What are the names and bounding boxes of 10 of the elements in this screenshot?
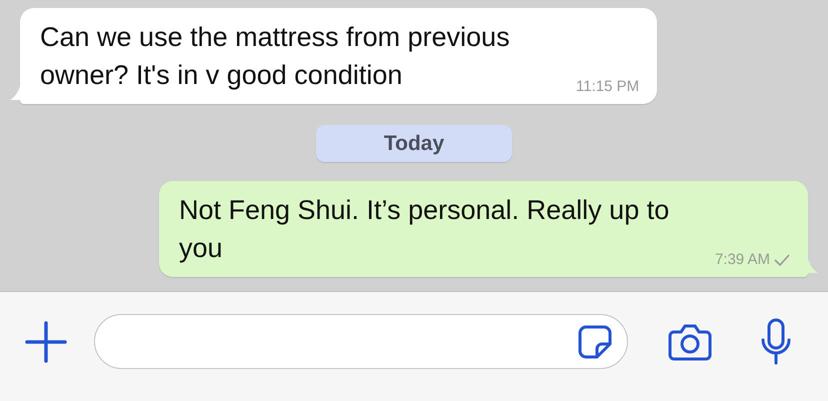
- check-icon: [774, 254, 790, 266]
- message-text: Not Feng Shui. It’s personal. Really up to you: [178, 194, 670, 265]
- sticker-icon[interactable]: [577, 324, 613, 360]
- message-text: Can we use the mattress from previous owner? It's in v good condition: [40, 21, 511, 92]
- microphone-icon[interactable]: [760, 318, 792, 366]
- message-time: 7:39 AM: [714, 251, 790, 269]
- camera-icon[interactable]: [668, 322, 712, 360]
- message-time: 11:15 PM: [576, 78, 640, 96]
- plus-icon[interactable]: [24, 320, 68, 364]
- date-pill: Today: [316, 125, 512, 162]
